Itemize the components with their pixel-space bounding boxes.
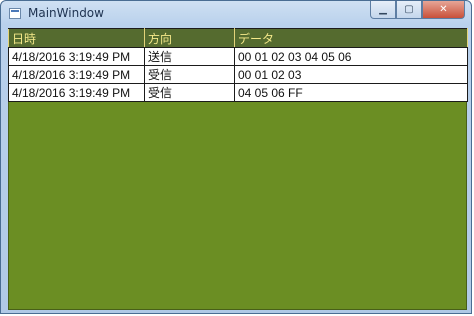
cell-direction[interactable]: 受信 bbox=[144, 65, 235, 84]
title-bar[interactable]: MainWindow ▁ ▢ ✕ bbox=[1, 1, 471, 27]
cell-data[interactable]: 00 01 02 03 bbox=[234, 65, 468, 84]
close-button[interactable]: ✕ bbox=[422, 1, 465, 19]
cell-data[interactable]: 04 05 06 FF bbox=[234, 83, 468, 102]
cell-data[interactable]: 00 01 02 03 04 05 06 bbox=[234, 47, 468, 66]
minimize-icon: ▁ bbox=[379, 4, 387, 15]
cell-datetime[interactable]: 4/18/2016 3:19:49 PM bbox=[8, 83, 145, 102]
window-icon[interactable] bbox=[9, 8, 21, 19]
column-header-data[interactable]: データ bbox=[234, 28, 468, 48]
table-row[interactable]: 4/18/2016 3:19:49 PM 受信 00 01 02 03 bbox=[8, 65, 468, 84]
table-row[interactable]: 4/18/2016 3:19:49 PM 送信 00 01 02 03 04 0… bbox=[8, 47, 468, 66]
cell-direction[interactable]: 受信 bbox=[144, 83, 235, 102]
column-header-direction[interactable]: 方向 bbox=[144, 28, 235, 48]
caption-buttons: ▁ ▢ ✕ bbox=[370, 1, 465, 19]
window-title: MainWindow bbox=[28, 6, 104, 20]
header-row: 日時 方向 データ bbox=[8, 28, 468, 48]
data-grid[interactable]: 日時 方向 データ 4/18/2016 3:19:49 PM 送信 00 01 … bbox=[8, 28, 468, 102]
main-window: MainWindow ▁ ▢ ✕ 日時 方向 データ 4/18/2016 3:1… bbox=[0, 0, 472, 314]
cell-direction[interactable]: 送信 bbox=[144, 47, 235, 66]
minimize-button[interactable]: ▁ bbox=[370, 1, 396, 19]
data-grid-area: 日時 方向 データ 4/18/2016 3:19:49 PM 送信 00 01 … bbox=[8, 28, 468, 310]
close-icon: ✕ bbox=[439, 4, 448, 15]
cell-datetime[interactable]: 4/18/2016 3:19:49 PM bbox=[8, 65, 145, 84]
maximize-button[interactable]: ▢ bbox=[396, 1, 422, 19]
table-row[interactable]: 4/18/2016 3:19:49 PM 受信 04 05 06 FF bbox=[8, 83, 468, 102]
column-header-datetime[interactable]: 日時 bbox=[8, 28, 145, 48]
maximize-icon: ▢ bbox=[404, 4, 414, 15]
cell-datetime[interactable]: 4/18/2016 3:19:49 PM bbox=[8, 47, 145, 66]
